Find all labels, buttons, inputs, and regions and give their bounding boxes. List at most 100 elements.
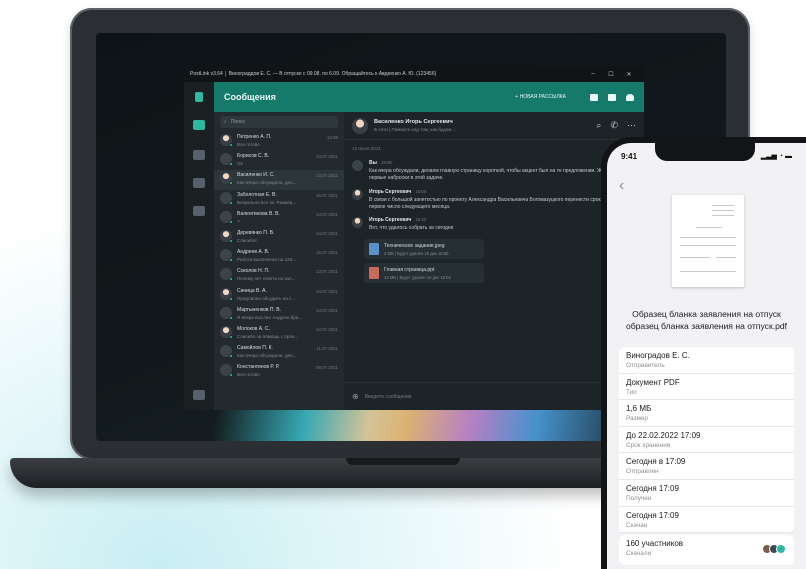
online-indicator [229, 354, 233, 359]
chat-list-item[interactable]: Самойлов П. К. Как вчера обсуждали, дел..… [214, 343, 344, 362]
chat-list-item[interactable]: Петренко А. П. Все готово 13:06 [214, 132, 344, 151]
avatar [220, 210, 233, 224]
chat-time: 12.07.2021 [316, 326, 338, 332]
detail-label: Тип [626, 388, 637, 396]
minimize-button[interactable]: – [584, 71, 602, 77]
chat-list-item[interactable]: Заболотная Е. В. Визуально все ок. Размер… [214, 190, 344, 209]
avatar [220, 249, 233, 263]
chat-time: 13.07.2021 [316, 307, 338, 313]
detail-value: Сегодня 17:09 [626, 483, 679, 493]
chat-preview: Предлагаю обсудить на с... [237, 295, 296, 301]
chat-list-item[interactable]: Соколов Н. П. Почему нет ответа на зап...… [214, 266, 344, 285]
broadcast-icon[interactable] [193, 206, 205, 216]
file-attachment[interactable]: Главная страница.ppt 13 МБ | Будет удален… [364, 263, 484, 284]
online-indicator [229, 162, 233, 167]
message[interactable]: Игорь Сергеевич 16:00 В связи с большой за… [344, 186, 644, 215]
avatar [220, 364, 233, 378]
phone-call-icon[interactable]: ✆ [610, 120, 618, 131]
chat-preview: Почему нет ответа на зап... [237, 276, 296, 282]
chat-preview: Ок [237, 161, 243, 167]
file-title: Образец бланка заявления на отпуск образ… [615, 309, 798, 332]
bell-icon[interactable] [626, 93, 634, 101]
participants-row[interactable]: 160 участников Скачали [619, 535, 794, 565]
detail-row: Документ PDF Тип [619, 374, 794, 401]
detail-label: Срок хранения [626, 441, 671, 449]
signal-battery-icon: ▂▃▅ ◔ ▬ [760, 153, 792, 160]
marketing-scene: PostLink v3.64 │ Винограддов Е. С. — В о… [0, 0, 806, 569]
avatar [220, 172, 233, 186]
search-input[interactable]: ⌕ Поиск [220, 116, 338, 128]
detail-label: Размер [626, 415, 648, 423]
chat-list-item[interactable]: Молоков А. С. Спасибо за помощь с прое...… [214, 324, 344, 343]
detail-row: Сегодня 17:09 Получен [619, 480, 794, 507]
phone-frame: 9:41 ▂▃▅ ◔ ▬ ‹ Образец бланка заявления … [601, 137, 806, 569]
avatar [352, 217, 363, 228]
attach-plus-icon[interactable]: ⊕ [352, 392, 359, 401]
title-bar: PostLink v3.64 │ Винограддов Е. С. — В о… [184, 66, 644, 82]
close-button[interactable]: ✕ [620, 71, 638, 78]
chat-list-item[interactable]: Андреев А. В. Работа выполнена на 120... 1… [214, 247, 344, 266]
chats-icon[interactable] [193, 120, 205, 130]
detail-row: До 22.02.2022 17:09 Срок хранения [619, 427, 794, 454]
settings-gear-icon[interactable] [193, 390, 205, 400]
search-icon[interactable]: ⌕ [596, 120, 601, 131]
composer-placeholder: Введите сообщение [364, 393, 412, 400]
chat-list-item[interactable]: Константинов Р. Р. Все готово 09.07.2021 [214, 362, 344, 381]
new-broadcast-button[interactable]: + НОВАЯ РАССЫЛКА [515, 94, 566, 100]
document-preview[interactable] [672, 195, 744, 287]
chat-time: 09.07.2021 [316, 365, 338, 371]
folder-icon[interactable] [608, 93, 616, 101]
avatar [220, 229, 233, 243]
window-title: PostLink v3.64 │ Винограддов Е. С. — В о… [190, 71, 437, 77]
file-icon [369, 243, 379, 256]
chat-list-item[interactable]: Деревянко П. В. Спасибо! 13.07.2021 [214, 228, 344, 247]
chat-preview: Спасибо! [237, 237, 257, 243]
online-indicator [229, 296, 233, 301]
chat-list-item[interactable]: Василенко И. С. Как вчера обсуждали, дел.… [214, 170, 344, 190]
date-divider: 13 июля 2021 [352, 146, 381, 151]
avatar [220, 191, 233, 205]
avatar[interactable] [352, 117, 368, 134]
chat-list-item[interactable]: Валентинова В. В.? 13.07.2021 [214, 209, 344, 228]
detail-row: Виноградов Е. С. Отправитель [619, 347, 794, 374]
detail-value: Виноградов Е. С. [626, 351, 690, 360]
chat-preview: ? [237, 218, 240, 224]
chat-name: Петренко А. П. [237, 134, 272, 140]
chat-preview: Как вчера обсуждали, дел... [237, 353, 297, 359]
avatar [352, 160, 363, 171]
chat-list-item[interactable]: Борисов С. В. Ок 13.07.2021 [214, 151, 344, 170]
avatar [220, 306, 233, 320]
groups-icon[interactable] [193, 178, 205, 188]
phone-screen: 9:41 ▂▃▅ ◔ ▬ ‹ Образец бланка заявления … [607, 143, 806, 569]
chat-time: 13.07.2021 [316, 269, 338, 275]
online-indicator [229, 181, 233, 186]
bookmark-icon[interactable] [590, 93, 598, 101]
message-text: Как вчера обсуждали, делаем главную стра… [369, 168, 630, 182]
message-text: Вот, что удалось собрать за сегодня [369, 225, 454, 231]
chat-preview: Визуально все ок. Размер... [237, 199, 297, 205]
message[interactable]: Игорь Сергеевич 18:22 Вот, что удалось соб… [344, 214, 644, 235]
avatar [352, 188, 363, 200]
message[interactable]: Вы 15:06 Как вчера обсуждали, делаем главн… [344, 157, 644, 186]
chat-preview: Спасибо за помощь с прое... [237, 333, 299, 339]
contacts-icon[interactable] [193, 150, 205, 160]
file-details-card: Виноградов Е. С. Отправитель Документ PDF Т… [619, 347, 794, 534]
chat-list-item[interactable]: Мартыненков П. В. Я вчера выслал Андрею б… [214, 305, 344, 324]
file-title-line2: образец бланка заявления на отпуск.pdf [625, 320, 788, 331]
chat-list-item[interactable]: Синица В. А. Предлагаю обсудить на с... 14… [214, 286, 344, 305]
avatar [220, 325, 233, 339]
back-chevron-icon[interactable]: ‹ [619, 177, 624, 195]
message-time: 18:22 [415, 217, 427, 222]
file-attachment[interactable]: Техническое задание.jpeg 2 МБ | Будет уда… [364, 239, 484, 260]
message-composer[interactable]: ⊕ Введите сообщение [344, 382, 644, 410]
online-indicator [229, 200, 233, 205]
chat-preview: Все готово [237, 372, 260, 378]
chat-preview: Как вчера обсуждали, дел... [237, 180, 297, 186]
message-author: Вы [369, 160, 377, 166]
search-placeholder: Поиск [230, 119, 245, 125]
maximize-button[interactable]: ☐ [602, 71, 620, 78]
file-meta: 13 МБ | Будет удален 15 дек 15:02 [384, 274, 451, 280]
chat-preview: Работа выполнена на 120... [237, 257, 297, 263]
more-options-icon[interactable]: ⋯ [627, 120, 636, 131]
chat-time: 11.07.2021 [316, 346, 338, 352]
